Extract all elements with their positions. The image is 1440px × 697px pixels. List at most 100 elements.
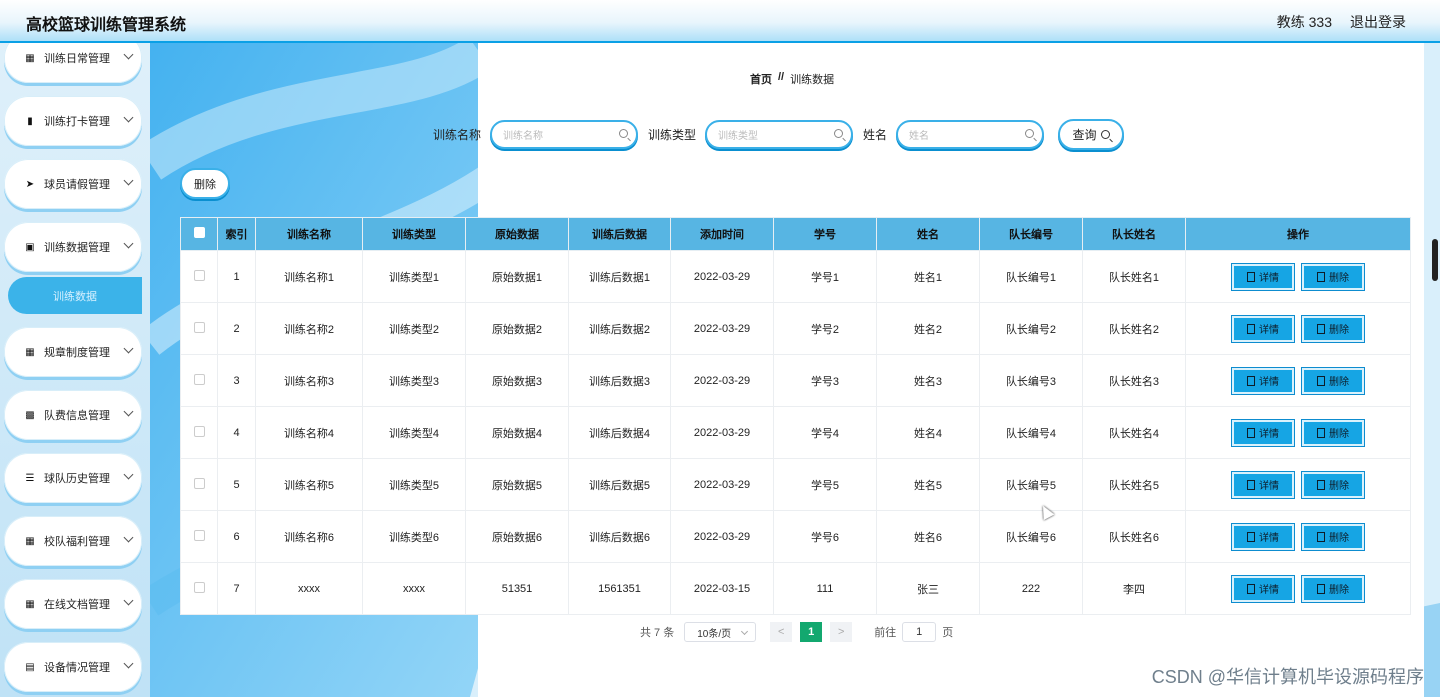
document-icon xyxy=(1247,583,1255,594)
row-checkbox[interactable] xyxy=(193,477,205,489)
batch-delete-button[interactable]: 删除 xyxy=(180,168,230,199)
row-select-cell[interactable] xyxy=(180,302,218,355)
sidebar-item[interactable]: ▦ 规章制度管理 xyxy=(4,327,142,377)
sidebar-item[interactable]: ☰ 球队历史管理 xyxy=(4,453,142,503)
row-select-cell[interactable] xyxy=(180,510,218,563)
chevron-down-icon xyxy=(741,627,749,636)
detail-button[interactable]: 详情 xyxy=(1231,522,1295,551)
cell-actions: 详情 删除 xyxy=(1185,250,1411,303)
column-header: 操作 xyxy=(1185,217,1411,251)
chevron-down-icon xyxy=(123,112,134,123)
cell-after: 1561351 xyxy=(568,562,671,615)
breadcrumb-home[interactable]: 首页 xyxy=(750,71,772,87)
pagination-total: 共 7 条 xyxy=(640,627,675,639)
sidebar-item-label: 球员请假管理 xyxy=(44,179,110,191)
goto-page-input[interactable]: 1 xyxy=(902,622,937,642)
delete-button[interactable]: 删除 xyxy=(1301,522,1365,551)
person-name-input[interactable]: 姓名 xyxy=(896,120,1045,149)
detail-button[interactable]: 详情 xyxy=(1231,314,1295,343)
chevron-down-icon xyxy=(123,532,134,543)
row-checkbox[interactable] xyxy=(193,529,205,541)
chevron-down-icon xyxy=(123,238,134,249)
row-select-cell[interactable] xyxy=(180,406,218,459)
delete-button[interactable]: 删除 xyxy=(1301,574,1365,603)
cell-after: 训练后数据2 xyxy=(568,302,671,355)
cell-type: xxxx xyxy=(362,562,466,615)
cell-cap_id: 队长编号6 xyxy=(979,510,1083,563)
sliders-icon: ☰ xyxy=(25,472,35,484)
send-icon: ➤ xyxy=(25,178,35,190)
cell-raw: 原始数据2 xyxy=(465,302,569,355)
document-icon xyxy=(1247,479,1255,490)
training-name-input[interactable]: 训练名称 xyxy=(490,120,639,149)
sidebar-item[interactable]: ▣ 训练数据管理 xyxy=(4,222,142,272)
sidebar-item[interactable]: ▤ 设备情况管理 xyxy=(4,642,142,692)
page-size-select[interactable]: 10条/页 xyxy=(684,622,757,642)
select-all-cell[interactable] xyxy=(180,217,218,251)
row-select-cell[interactable] xyxy=(180,250,218,303)
sidebar-item-label: 训练数据管理 xyxy=(44,242,110,254)
detail-button[interactable]: 详情 xyxy=(1231,262,1295,291)
document-icon xyxy=(1247,427,1255,438)
row-checkbox[interactable] xyxy=(193,321,205,333)
detail-button[interactable]: 详情 xyxy=(1231,366,1295,395)
cell-name: 训练名称1 xyxy=(255,250,363,303)
scrollbar-thumb[interactable] xyxy=(1432,239,1438,281)
person-name-label: 姓名 xyxy=(863,128,888,142)
cell-cap_name: 队长姓名5 xyxy=(1082,458,1186,511)
select-all-checkbox[interactable] xyxy=(193,227,205,238)
delete-button[interactable]: 删除 xyxy=(1301,314,1365,343)
detail-button-label: 详情 xyxy=(1259,377,1279,388)
sidebar-item[interactable]: ▦ 训练日常管理 xyxy=(4,43,142,83)
table-row: 5 训练名称5 训练类型5 原始数据5 训练后数据5 2022-03-29 学号5 姓名5 队长… xyxy=(180,458,1411,511)
row-checkbox[interactable] xyxy=(193,425,205,437)
sidebar-item[interactable]: ➤ 球员请假管理 xyxy=(4,159,142,209)
grid-icon: ▦ xyxy=(25,52,35,64)
row-checkbox[interactable] xyxy=(193,269,205,281)
training-type-input[interactable]: 训练类型 xyxy=(705,120,854,149)
detail-button-label: 详情 xyxy=(1259,273,1279,284)
delete-button[interactable]: 删除 xyxy=(1301,418,1365,447)
cell-person: 姓名5 xyxy=(876,458,980,511)
cell-actions: 详情 删除 xyxy=(1185,406,1411,459)
breadcrumb-current: 训练数据 xyxy=(790,74,835,86)
row-select-cell[interactable] xyxy=(180,458,218,511)
cell-raw: 原始数据3 xyxy=(465,354,569,407)
sidebar-item[interactable]: ▩ 队费信息管理 xyxy=(4,390,142,440)
cell-cap_name: 队长姓名1 xyxy=(1082,250,1186,303)
delete-button-label: 删除 xyxy=(1329,481,1349,492)
detail-button[interactable]: 详情 xyxy=(1231,574,1295,603)
watermark-text: CSDN @华信计算机毕设源码程序 xyxy=(1151,667,1424,687)
column-header: 姓名 xyxy=(876,217,980,251)
document-icon xyxy=(1247,323,1255,334)
cell-name: xxxx xyxy=(255,562,363,615)
delete-button[interactable]: 删除 xyxy=(1301,470,1365,499)
prev-page-button[interactable]: < xyxy=(770,622,793,642)
row-checkbox[interactable] xyxy=(193,581,205,593)
cell-cap_id: 队长编号5 xyxy=(979,458,1083,511)
page-unit-label: 页 xyxy=(942,627,954,639)
submenu-item-training-data[interactable]: 训练数据 xyxy=(8,277,142,314)
detail-button[interactable]: 详情 xyxy=(1231,470,1295,499)
next-page-button[interactable]: > xyxy=(830,622,853,642)
chevron-down-icon xyxy=(123,658,134,669)
logout-link[interactable]: 退出登录 xyxy=(1350,12,1406,32)
delete-button[interactable]: 删除 xyxy=(1301,262,1365,291)
row-select-cell[interactable] xyxy=(180,354,218,407)
delete-button-label: 删除 xyxy=(1329,325,1349,336)
training-type-label: 训练类型 xyxy=(648,128,697,142)
sidebar-item[interactable]: ▮ 训练打卡管理 xyxy=(4,96,142,146)
column-header: 队长编号 xyxy=(979,217,1083,251)
training-type-placeholder: 训练类型 xyxy=(718,131,759,142)
cell-actions: 详情 删除 xyxy=(1185,562,1411,615)
sidebar-item[interactable]: ▦ 校队福利管理 xyxy=(4,516,142,566)
delete-button-label: 删除 xyxy=(1329,533,1349,544)
delete-button[interactable]: 删除 xyxy=(1301,366,1365,395)
row-select-cell[interactable] xyxy=(180,562,218,615)
detail-button[interactable]: 详情 xyxy=(1231,418,1295,447)
page-number-current[interactable]: 1 xyxy=(800,622,823,642)
column-header: 学号 xyxy=(773,217,877,251)
sidebar-item[interactable]: ▦ 在线文档管理 xyxy=(4,579,142,629)
row-checkbox[interactable] xyxy=(193,373,205,385)
query-button[interactable]: 查询 xyxy=(1058,119,1125,150)
